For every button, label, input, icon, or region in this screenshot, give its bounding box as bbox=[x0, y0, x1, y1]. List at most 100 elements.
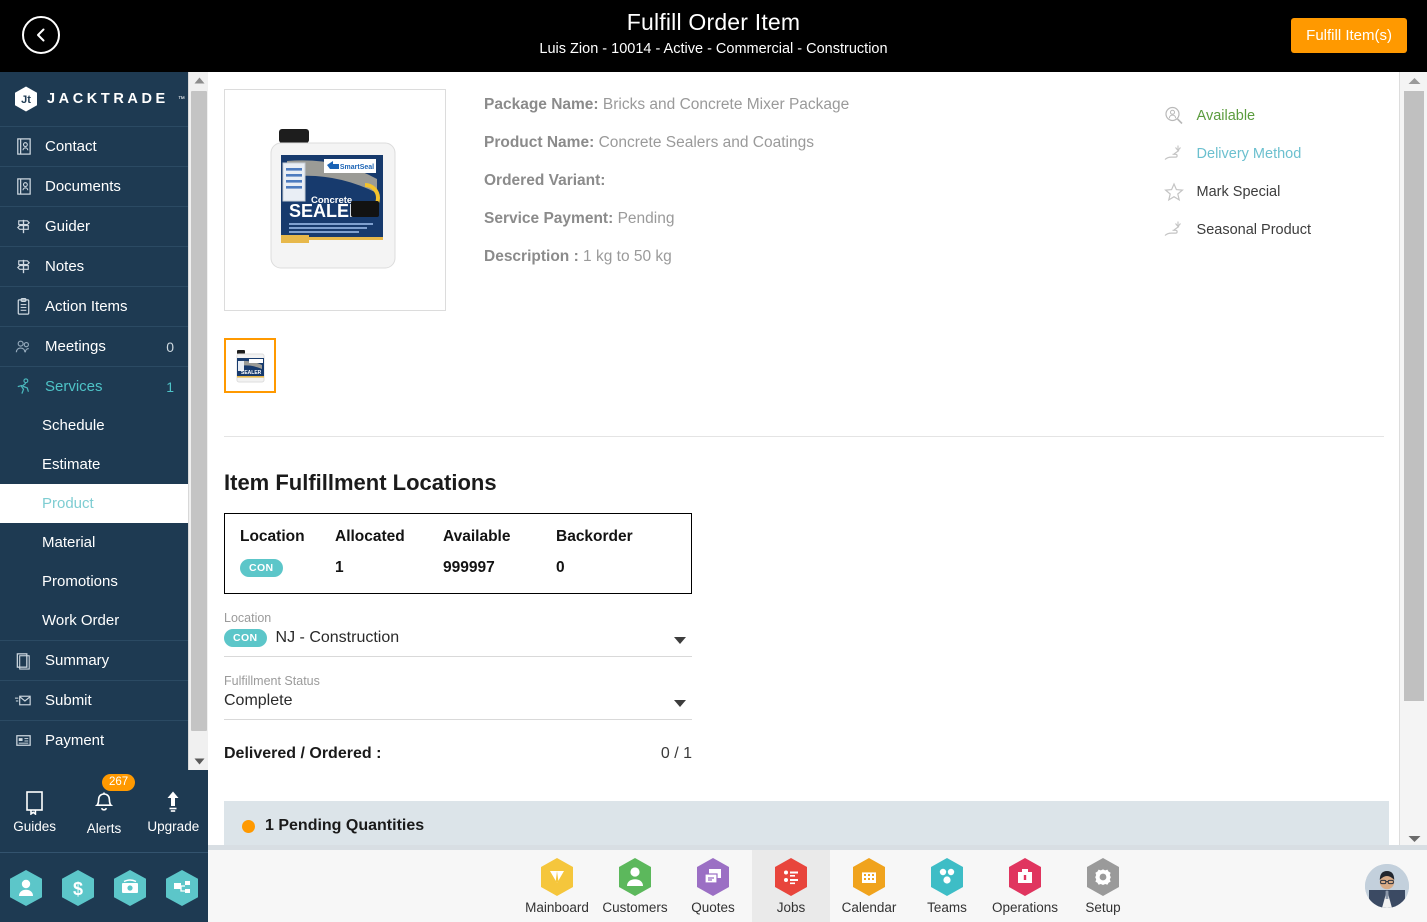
sidebar-subitem-material[interactable]: Material bbox=[0, 523, 188, 562]
sidebar-subitem-product[interactable]: Product bbox=[0, 484, 188, 523]
bottom-nav-setup[interactable]: Setup bbox=[1064, 850, 1142, 922]
sidebar-item-label: Guider bbox=[45, 218, 91, 235]
fulfillment-status-value: Complete bbox=[224, 692, 293, 709]
sidebar-scroll-up-button[interactable] bbox=[189, 72, 209, 89]
ordered-variant-label: Ordered Variant: bbox=[484, 172, 606, 189]
chevron-down-icon[interactable] bbox=[674, 700, 686, 707]
bottom-nav-label: Customers bbox=[602, 900, 668, 915]
alerts-button[interactable]: 267 Alerts bbox=[69, 770, 138, 852]
svg-text:SEALER: SEALER bbox=[241, 370, 262, 376]
sidebar-item-submit[interactable]: Submit bbox=[0, 680, 188, 720]
sidebar-item-label: Meetings bbox=[45, 338, 106, 355]
sidebar-item-meetings[interactable]: Meetings 0 bbox=[0, 326, 188, 366]
bottom-nav-quotes[interactable]: Quotes bbox=[674, 850, 752, 922]
sidebar-item-label: Payment bbox=[45, 732, 105, 749]
delivered-ordered-label: Delivered / Ordered : bbox=[224, 745, 382, 762]
sidebar-item-label: Contact bbox=[45, 138, 97, 155]
bottom-nav-label: Jobs bbox=[776, 900, 806, 915]
workflow-hex-icon[interactable] bbox=[165, 869, 199, 907]
mark-special-flag[interactable]: Mark Special bbox=[1163, 173, 1311, 211]
table-row: CON 1 999997 0 bbox=[225, 558, 691, 577]
sidebar-scroll-down-button[interactable] bbox=[189, 753, 209, 770]
mark-special-label: Mark Special bbox=[1196, 184, 1281, 200]
money-transfer-hex-icon[interactable] bbox=[113, 869, 147, 907]
sidebar-subitem-label: Schedule bbox=[42, 417, 105, 434]
sidebar-item-notes[interactable]: Notes bbox=[0, 246, 188, 286]
sidebar-scroll-thumb[interactable] bbox=[191, 91, 207, 731]
product-thumbnail[interactable]: SEALER bbox=[224, 338, 276, 393]
sidebar-item-label: Submit bbox=[45, 692, 92, 709]
jacktrade-hex-logo-icon: Jt bbox=[15, 86, 37, 112]
sidebar-subitem-work-order[interactable]: Work Order bbox=[0, 601, 188, 640]
gear-icon bbox=[1087, 858, 1119, 896]
sidebar-item-label: Action Items bbox=[45, 298, 128, 315]
bottom-nav-customers[interactable]: Customers bbox=[596, 850, 674, 922]
description-field: Description : 1 kg to 50 kg bbox=[484, 247, 849, 267]
bottom-nav-label: Mainboard bbox=[525, 900, 589, 915]
guides-button[interactable]: Guides bbox=[0, 770, 69, 852]
meetings-icon bbox=[15, 340, 30, 353]
product-field-list: Package Name: Bricks and Concrete Mixer … bbox=[484, 89, 849, 393]
service-payment-value: Pending bbox=[617, 210, 675, 227]
left-sidebar: Jt JACKTRADE ™ Contact Documents Guider … bbox=[0, 72, 188, 770]
concrete-sealer-jug-image: SmartSeal Concrete SEALER bbox=[245, 112, 425, 288]
sidebar-subitem-schedule[interactable]: Schedule bbox=[0, 406, 188, 445]
page-subtitle: Luis Zion - 10014 - Active - Commercial … bbox=[539, 41, 888, 57]
content-scroll-up-button[interactable] bbox=[1400, 72, 1427, 90]
seasonal-product-flag[interactable]: Seasonal Product bbox=[1163, 211, 1311, 249]
location-chip: CON bbox=[240, 559, 283, 577]
bottom-nav-teams[interactable]: Teams bbox=[908, 850, 986, 922]
bottom-nav-label: Quotes bbox=[691, 900, 735, 915]
sidebar-item-guider[interactable]: Guider bbox=[0, 206, 188, 246]
sidebar-item-documents[interactable]: Documents bbox=[0, 166, 188, 206]
bottom-nav-label: Operations bbox=[991, 900, 1059, 915]
service-payment-label: Service Payment: bbox=[484, 210, 614, 227]
header-location: Location bbox=[240, 528, 305, 545]
cell-backorder: 0 bbox=[556, 558, 565, 576]
fulfillment-status-select[interactable]: Complete bbox=[224, 690, 692, 720]
ordered-variant-field: Ordered Variant: bbox=[484, 171, 849, 191]
product-image-column: SmartSeal Concrete SEALER SEALER bbox=[224, 89, 446, 393]
content-scrollbar[interactable] bbox=[1399, 72, 1427, 850]
caret-up-icon bbox=[194, 77, 204, 84]
bottom-nav-calendar[interactable]: Calendar bbox=[830, 850, 908, 922]
pending-quantities-label: 1 Pending Quantities bbox=[265, 817, 425, 834]
sidebar-item-services[interactable]: Services 1 bbox=[0, 366, 188, 406]
caret-down-icon bbox=[194, 758, 204, 765]
bottom-navigation-bar: Mainboard Customers Quotes Jobs Calendar… bbox=[208, 850, 1427, 922]
chevron-down-icon[interactable] bbox=[674, 637, 686, 644]
sidebar-subitem-estimate[interactable]: Estimate bbox=[0, 445, 188, 484]
upgrade-button[interactable]: Upgrade bbox=[139, 770, 208, 852]
header-titles: Fulfill Order Item Luis Zion - 10014 - A… bbox=[0, 7, 1427, 58]
location-select[interactable]: CON NJ - Construction bbox=[224, 627, 692, 657]
sidebar-item-contact[interactable]: Contact bbox=[0, 126, 188, 166]
sidebar-item-action-items[interactable]: Action Items bbox=[0, 286, 188, 326]
dollar-hex-icon[interactable]: $ bbox=[61, 869, 95, 907]
bottom-nav-label: Setup bbox=[1085, 900, 1121, 915]
bottom-nav-mainboard[interactable]: Mainboard bbox=[518, 850, 596, 922]
delivery-method-flag[interactable]: Delivery Method bbox=[1163, 135, 1311, 173]
brand-logo[interactable]: Jt JACKTRADE ™ bbox=[0, 72, 188, 126]
description-label: Description : bbox=[484, 248, 579, 265]
available-flag[interactable]: Available bbox=[1163, 97, 1311, 135]
bottom-nav-jobs[interactable]: Jobs bbox=[752, 850, 830, 922]
sidebar-item-summary[interactable]: Summary bbox=[0, 640, 188, 680]
pending-quantities-banner[interactable]: 1 Pending Quantities bbox=[224, 801, 1389, 850]
header-allocated: Allocated bbox=[335, 528, 405, 545]
sidebar-scrollbar[interactable] bbox=[188, 72, 208, 770]
description-value: 1 kg to 50 kg bbox=[583, 248, 672, 265]
content-scroll-thumb[interactable] bbox=[1404, 91, 1424, 701]
cell-allocated: 1 bbox=[335, 558, 344, 576]
page-title: Fulfill Order Item bbox=[626, 9, 801, 35]
teams-icon bbox=[931, 858, 963, 896]
hand-delivery-icon bbox=[1164, 145, 1181, 160]
bell-icon bbox=[94, 792, 114, 811]
sidebar-subitem-promotions[interactable]: Promotions bbox=[0, 562, 188, 601]
bottom-nav-operations[interactable]: Operations bbox=[986, 850, 1064, 922]
fulfill-items-button[interactable]: Fulfill Item(s) bbox=[1291, 18, 1407, 53]
jobs-list-icon bbox=[775, 858, 807, 896]
user-avatar[interactable] bbox=[1365, 864, 1409, 908]
sidebar-item-payment[interactable]: Payment bbox=[0, 720, 188, 760]
person-hex-icon[interactable] bbox=[9, 869, 43, 907]
header-available: Available bbox=[443, 528, 511, 545]
